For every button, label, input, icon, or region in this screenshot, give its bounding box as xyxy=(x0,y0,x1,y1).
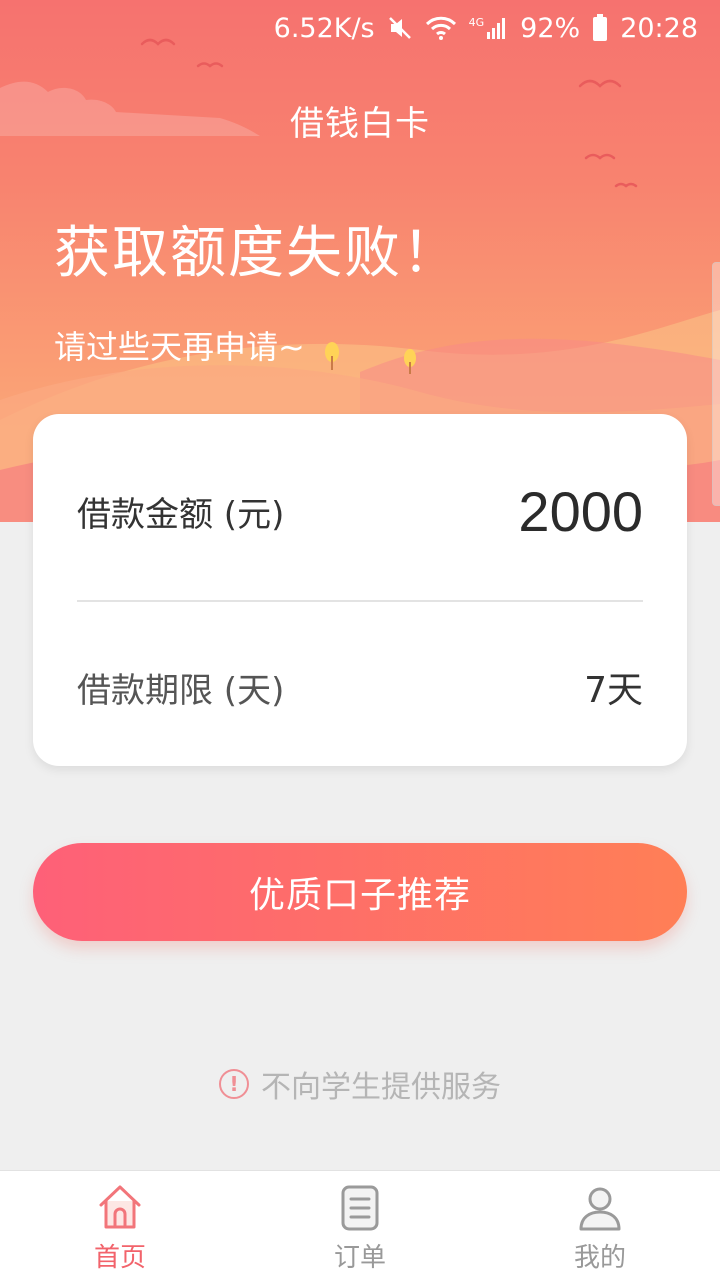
loan-term-row: 借款期限 (天) 7天 xyxy=(77,652,643,722)
result-subline: 请过些天再申请~ xyxy=(54,328,305,366)
bottom-tab-bar: 首页 订单 我的 xyxy=(0,1170,720,1280)
loan-amount-row: 借款金额 (元) 2000 xyxy=(77,476,643,546)
divider xyxy=(77,600,643,602)
tab-orders[interactable]: 订单 xyxy=(240,1171,480,1280)
network-speed: 6.52K/s xyxy=(273,12,375,44)
home-icon xyxy=(99,1185,141,1229)
tab-home[interactable]: 首页 xyxy=(0,1171,240,1280)
notice-text: 不向学生提供服务 xyxy=(261,1070,501,1105)
tab-profile[interactable]: 我的 xyxy=(480,1171,720,1280)
wifi-icon xyxy=(425,15,457,41)
loan-term-value: 7天 xyxy=(584,670,643,711)
status-bar: 6.52K/s 4G 92% 20:28 xyxy=(0,0,720,56)
tab-home-label: 首页 xyxy=(93,1243,146,1273)
info-icon: ! xyxy=(219,1069,249,1099)
tab-profile-label: 我的 xyxy=(573,1243,626,1273)
signal-icon: 4G xyxy=(469,16,509,40)
student-notice: ! 不向学生提供服务 xyxy=(0,1062,720,1106)
loan-term-label: 借款期限 (天) xyxy=(77,670,285,711)
battery-icon xyxy=(592,14,608,42)
network-type: 4G xyxy=(468,16,485,29)
profile-icon xyxy=(579,1187,621,1231)
order-list-icon xyxy=(341,1185,379,1231)
recommend-button[interactable]: 优质口子推荐 xyxy=(33,843,687,941)
loan-info-card: 借款金额 (元) 2000 借款期限 (天) 7天 xyxy=(33,414,687,766)
loan-amount-label: 借款金额 (元) xyxy=(77,494,285,535)
edge-panel-handle[interactable] xyxy=(712,262,720,506)
loan-amount-value: 2000 xyxy=(518,479,643,543)
screen: 6.52K/s 4G 92% 20:28 借钱白卡 获取额度失败！ 请过些天再申… xyxy=(0,0,720,1280)
app-title: 借钱白卡 xyxy=(290,104,430,144)
result-headline: 获取额度失败！ xyxy=(54,221,460,286)
battery-percent: 92% xyxy=(520,12,581,44)
clock: 20:28 xyxy=(620,12,698,44)
tab-orders-label: 订单 xyxy=(333,1243,386,1273)
mute-icon xyxy=(387,15,413,41)
